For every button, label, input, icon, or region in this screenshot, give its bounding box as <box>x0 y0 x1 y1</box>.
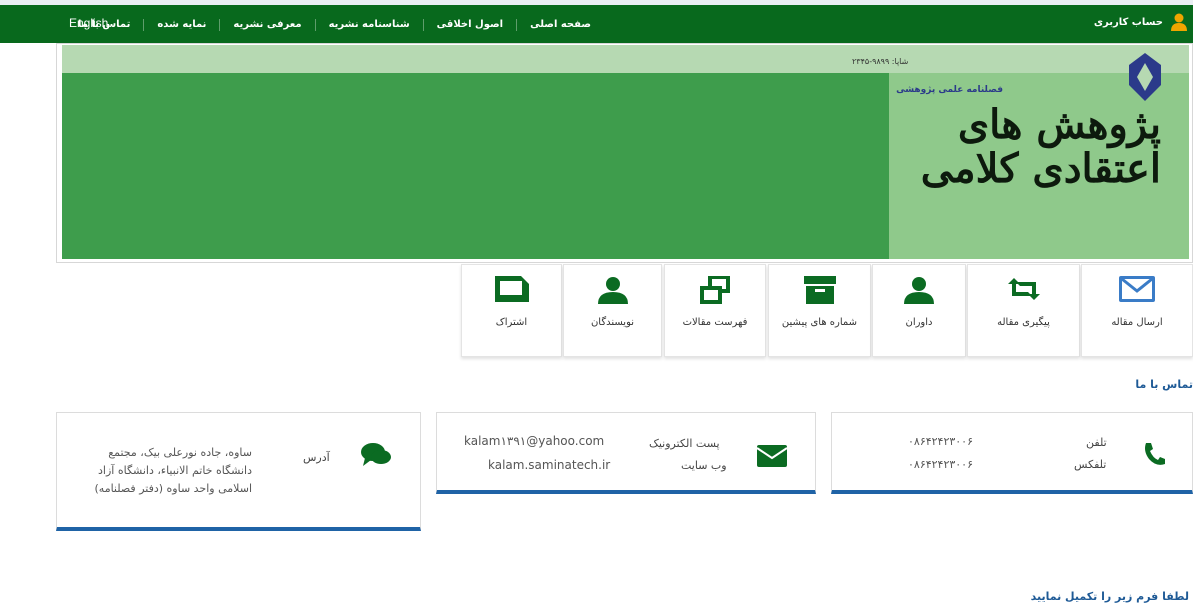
menu-track-article[interactable]: پیگیری مقاله <box>967 264 1080 357</box>
account-link[interactable]: حساب کاربری <box>1094 13 1187 31</box>
menu-archive[interactable]: شماره های پیشین <box>768 264 871 357</box>
comments-icon <box>361 443 391 466</box>
account-label: حساب کاربری <box>1093 16 1163 28</box>
university-logo-icon <box>1129 53 1161 101</box>
banner: شاپا: ۹۸۹۹-۲۳۴۵ فصلنامه علمی پژوهشی پژوه… <box>56 43 1193 263</box>
email-label: پست الکترونیک <box>649 437 720 450</box>
fax-value: ۰۸۶۴۲۴۲۳۰۰۶ <box>908 458 973 471</box>
phone-box: تلفن تلفکس ۰۸۶۴۲۴۲۳۰۰۶ ۰۸۶۴۲۴۲۳۰۰۶ <box>831 412 1193 494</box>
user-icon <box>597 277 628 304</box>
nav-menu: صفحه اصلی اصول اخلاقی شناسنامه نشریه معر… <box>65 19 604 31</box>
menu-reviewers[interactable]: داوران <box>872 264 966 357</box>
quick-menu: اشتراک نویسندگان فهرست مقالات شماره های … <box>461 264 1193 357</box>
nav-about-journal[interactable]: معرفی نشریه <box>219 19 314 31</box>
website-label: وب سایت <box>681 459 727 472</box>
email-box: پست الکترونیک وب سایت kalam۱۳۹۱@yahoo.co… <box>436 412 816 494</box>
banner-tag: فصلنامه علمی پژوهشی <box>896 85 1003 95</box>
nav-journal-info[interactable]: شناسنامه نشریه <box>314 19 423 31</box>
phone-icon <box>1145 443 1165 465</box>
top-navbar: English صفحه اصلی اصول اخلاقی شناسنامه ن… <box>0 5 1193 43</box>
address-value: ساوه، جاده نورعلی بیک، مجتمع دانشگاه خات… <box>94 446 253 495</box>
windows-icon <box>700 276 730 304</box>
address-label: آدرس <box>303 451 330 464</box>
menu-submit-article[interactable]: ارسال مقاله <box>1081 264 1193 357</box>
website-link[interactable]: kalam.saminatech.ir <box>488 458 610 472</box>
phone-value: ۰۸۶۴۲۴۲۳۰۰۶ <box>908 435 973 448</box>
address-box: آدرس ساوه، جاده نورعلی بیک، مجتمع دانشگا… <box>56 412 421 531</box>
menu-subscription[interactable]: اشتراک <box>461 264 562 357</box>
fax-label: تلفکس <box>1074 458 1107 471</box>
banner-issn: شاپا: ۹۸۹۹-۲۳۴۵ <box>852 57 909 66</box>
folder-icon <box>494 276 529 302</box>
nav-contact[interactable]: تماس با ما <box>65 19 143 31</box>
envelope-icon <box>1119 276 1155 302</box>
nav-home[interactable]: صفحه اصلی <box>516 19 604 31</box>
menu-articles-list[interactable]: فهرست مقالات <box>664 264 766 357</box>
retweet-icon <box>1007 278 1040 300</box>
nav-ethics[interactable]: اصول اخلاقی <box>422 19 516 31</box>
user-icon <box>904 277 934 304</box>
banner-title: پژوهش های اعتقادی کلامی <box>920 101 1161 192</box>
form-note: لطفا فرم زیر را تکمیل نمایید <box>1030 590 1189 603</box>
contact-heading: تماس با ما <box>1135 378 1193 391</box>
banner-image: شاپا: ۹۸۹۹-۲۳۴۵ فصلنامه علمی پژوهشی پژوه… <box>62 45 1189 259</box>
menu-authors[interactable]: نویسندگان <box>563 264 662 357</box>
nav-indexing[interactable]: نمایه شده <box>143 19 219 31</box>
user-icon <box>1171 13 1187 31</box>
phone-label: تلفن <box>1086 436 1107 449</box>
archive-icon <box>803 276 836 304</box>
envelope-icon <box>757 445 787 467</box>
email-link[interactable]: kalam۱۳۹۱@yahoo.com <box>464 434 604 448</box>
